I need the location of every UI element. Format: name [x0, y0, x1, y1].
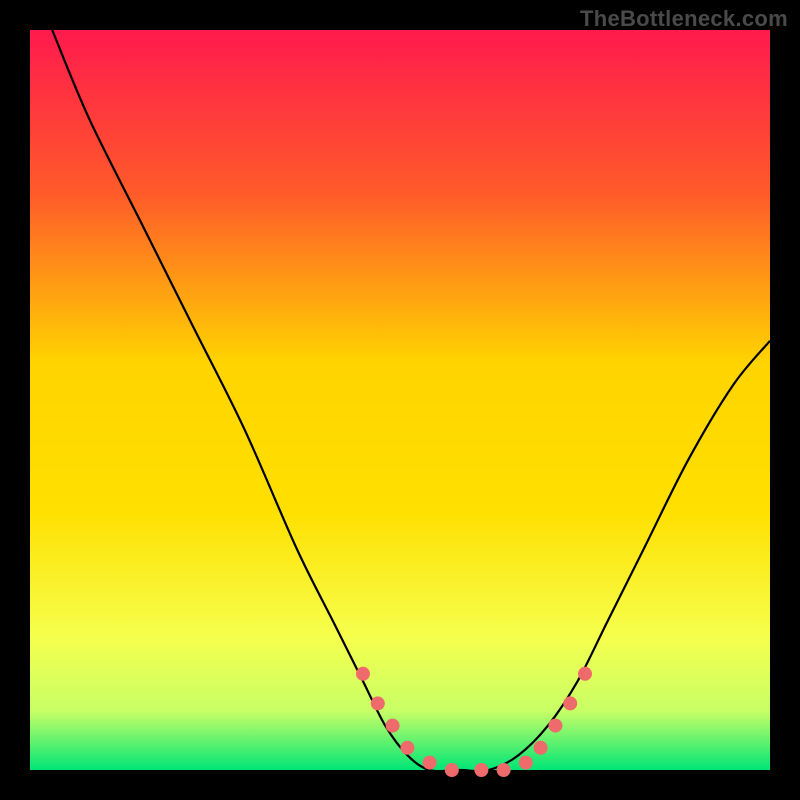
marker-point — [548, 719, 562, 733]
marker-point — [445, 763, 459, 777]
bottleneck-chart — [0, 0, 800, 800]
marker-point — [356, 667, 370, 681]
marker-point — [497, 763, 511, 777]
marker-point — [400, 741, 414, 755]
marker-point — [534, 741, 548, 755]
marker-point — [371, 696, 385, 710]
marker-point — [386, 719, 400, 733]
marker-point — [563, 696, 577, 710]
plot-background — [30, 30, 770, 770]
marker-point — [519, 756, 533, 770]
watermark-text: TheBottleneck.com — [580, 6, 788, 32]
chart-container: TheBottleneck.com — [0, 0, 800, 800]
marker-point — [578, 667, 592, 681]
marker-point — [474, 763, 488, 777]
marker-point — [423, 756, 437, 770]
